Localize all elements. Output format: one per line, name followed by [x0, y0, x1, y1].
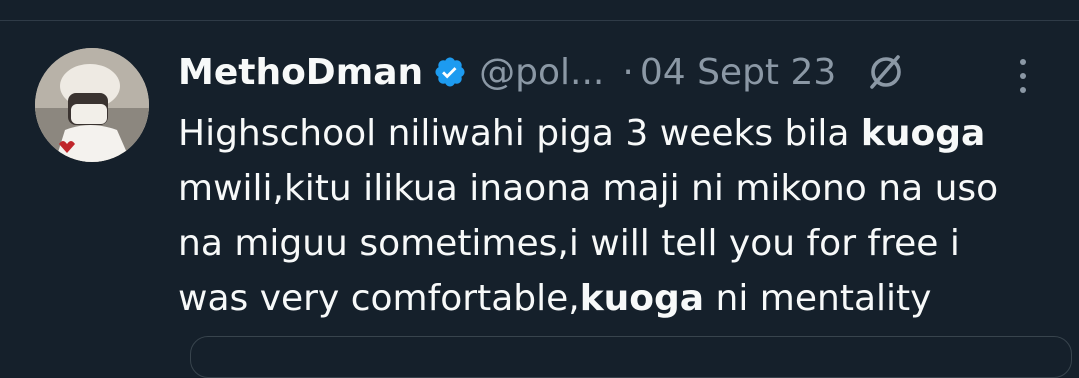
tweet-text-line: mwili,kitu ilikua inaona maji ni mikono …: [178, 168, 999, 209]
tweet-text-line: na miguu sometimes,i will tell you for f…: [178, 223, 960, 264]
tweet-date[interactable]: 04 Sept 23: [640, 52, 836, 93]
tweet-text-line: was very comfortable,kuoga ni mentality: [178, 278, 932, 319]
highlighted-keyword: kuoga: [860, 113, 986, 154]
highlighted-keyword: kuoga: [579, 278, 705, 319]
quoted-card-edge[interactable]: [190, 336, 1072, 378]
tweet-text: Highschool niliwahi piga 3 weeks bila ku…: [178, 106, 1058, 326]
display-name[interactable]: MethoDman: [178, 52, 423, 93]
verified-badge-icon: [433, 55, 467, 89]
tweet-text-line: Highschool niliwahi piga 3 weeks bila ku…: [178, 113, 986, 154]
grok-icon[interactable]: [864, 50, 908, 94]
avatar[interactable]: [35, 48, 149, 162]
more-options-icon[interactable]: [1010, 56, 1036, 96]
avatar-image: [35, 48, 149, 162]
tweet-header: MethoDman @pol... · 04 Sept 23: [178, 42, 908, 102]
user-handle[interactable]: @pol...: [479, 52, 604, 93]
separator-dot: ·: [622, 51, 634, 93]
top-divider: [0, 20, 1079, 21]
